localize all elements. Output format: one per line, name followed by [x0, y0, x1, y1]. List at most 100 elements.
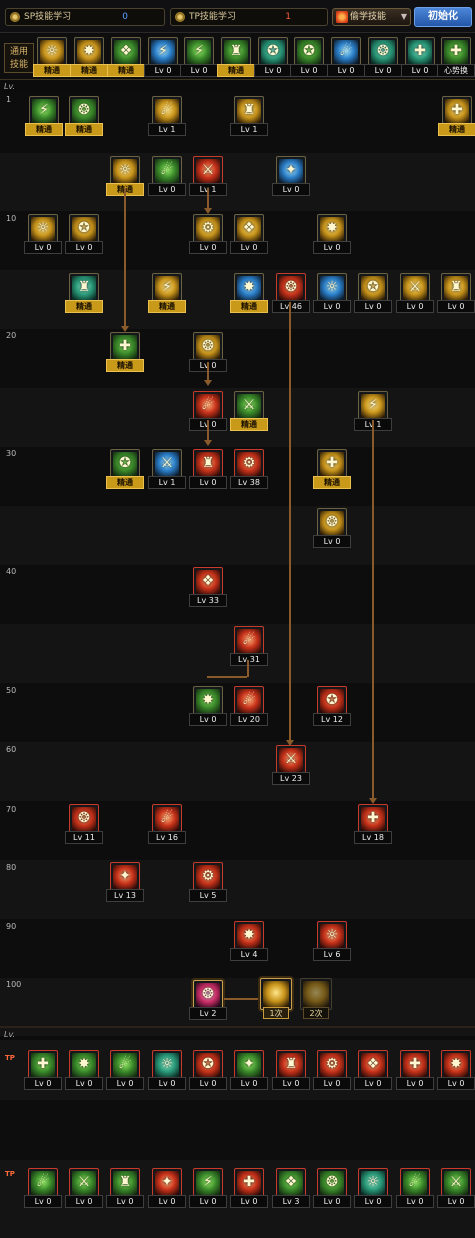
skill-glyph-icon: ✚: [409, 1056, 421, 1072]
tree-skill-34[interactable]: ❖: [193, 567, 223, 597]
tree-skill-11[interactable]: ✪: [69, 214, 99, 244]
tp-skill-row2-10[interactable]: ☄: [400, 1168, 430, 1198]
tree-skill-32[interactable]: ✚: [317, 449, 347, 479]
skill-glyph-icon: ☄: [408, 1174, 422, 1190]
tree-skill-39[interactable]: ⚔: [276, 745, 306, 775]
tree-skill-40[interactable]: ❂: [69, 804, 99, 834]
skill-glyph-icon: ✸: [83, 43, 95, 59]
tree-skill-21[interactable]: ⚔: [400, 273, 430, 303]
tree-skill-42[interactable]: ✚: [358, 804, 388, 834]
tree-skill-24[interactable]: ❂: [193, 332, 223, 362]
tree-skill-1[interactable]: ⚡: [29, 96, 59, 126]
skill-level-label: Lv 20: [230, 713, 268, 726]
tp-skill-row1-8[interactable]: ⚙: [317, 1050, 347, 1080]
tp-skill-row1-10[interactable]: ✚: [400, 1050, 430, 1080]
general-skill-8[interactable]: ✪: [294, 37, 324, 67]
sp-coin-icon: [10, 12, 20, 22]
tree-skill-15[interactable]: ♜: [69, 273, 99, 303]
tree-skill-31[interactable]: ⚙: [234, 449, 264, 479]
tree-skill-16[interactable]: ⚡: [152, 273, 182, 303]
tp-skill-row1-4[interactable]: ☼: [152, 1050, 182, 1080]
tree-skill-18[interactable]: ❂: [276, 273, 306, 303]
tree-skill-37[interactable]: ☄: [234, 686, 264, 716]
general-skill-9[interactable]: ☄: [331, 37, 361, 67]
general-skill-12[interactable]: ✚: [441, 37, 471, 67]
tree-skill-30[interactable]: ♜: [193, 449, 223, 479]
skill-glyph-icon: ⚔: [77, 1174, 91, 1190]
tree-skill-28[interactable]: ✪: [110, 449, 140, 479]
tree-skill-19[interactable]: ☼: [317, 273, 347, 303]
sp-skill-learn-tab[interactable]: SP技能学习 0: [5, 8, 165, 26]
tree-skill-5[interactable]: ✚: [442, 96, 472, 126]
steal-skill-dropdown[interactable]: 偷学技能 ▼: [332, 8, 411, 26]
tree-skill-36[interactable]: ✸: [193, 686, 223, 716]
tp-skill-row2-3[interactable]: ♜: [110, 1168, 140, 1198]
general-skill-5[interactable]: ⚡: [184, 37, 214, 67]
tp-skill-row2-7[interactable]: ❖: [276, 1168, 306, 1198]
awakening-skill[interactable]: ❂: [193, 980, 223, 1010]
skill-level-label: Lv 0: [313, 300, 351, 313]
general-skill-4[interactable]: ⚡: [148, 37, 178, 67]
tp-skill-row2-1[interactable]: ☄: [28, 1168, 58, 1198]
tp-skill-row1-5[interactable]: ✪: [193, 1050, 223, 1080]
tree-skill-20[interactable]: ✪: [358, 273, 388, 303]
skill-glyph-icon: ☼: [325, 279, 339, 295]
general-skill-10[interactable]: ❂: [368, 37, 398, 67]
general-skill-3[interactable]: ❖: [111, 37, 141, 67]
tree-skill-35[interactable]: ☄: [234, 626, 264, 656]
level-band: [0, 565, 475, 624]
tp-skill-row1-1[interactable]: ✚: [28, 1050, 58, 1080]
tp-skill-row1-3[interactable]: ☄: [110, 1050, 140, 1080]
tree-skill-38[interactable]: ✪: [317, 686, 347, 716]
tree-skill-44[interactable]: ⚙: [193, 862, 223, 892]
level-band: [0, 329, 475, 388]
tree-skill-45[interactable]: ✸: [234, 921, 264, 951]
tree-skill-17[interactable]: ✸: [234, 273, 264, 303]
tree-skill-3[interactable]: ☄: [152, 96, 182, 126]
general-skill-2[interactable]: ✸: [74, 37, 104, 67]
tree-skill-8[interactable]: ⚔: [193, 156, 223, 186]
tree-skill-22[interactable]: ♜: [441, 273, 471, 303]
tree-skill-13[interactable]: ❖: [234, 214, 264, 244]
tree-skill-6[interactable]: ☼: [110, 156, 140, 186]
tp-skill-row1-11[interactable]: ✸: [441, 1050, 471, 1080]
tp-skill-row2-9[interactable]: ☼: [358, 1168, 388, 1198]
tree-skill-41[interactable]: ☄: [152, 804, 182, 834]
skill-glyph-icon: ✪: [202, 1056, 214, 1072]
tree-skill-26[interactable]: ⚔: [234, 391, 264, 421]
tree-skill-7[interactable]: ☄: [152, 156, 182, 186]
tree-skill-29[interactable]: ⚔: [152, 449, 182, 479]
tp-skill-row2-2[interactable]: ⚔: [69, 1168, 99, 1198]
general-skill-6[interactable]: ♜: [221, 37, 251, 67]
general-skill-1[interactable]: ☼: [37, 37, 67, 67]
tp-skill-row2-8[interactable]: ❂: [317, 1168, 347, 1198]
awakening-2-icon[interactable]: [300, 978, 332, 1010]
tp-skill-learn-tab[interactable]: TP技能学习 1: [170, 8, 328, 26]
tp-skill-row1-6[interactable]: ✦: [234, 1050, 264, 1080]
tp-skill-row2-5[interactable]: ⚡: [193, 1168, 223, 1198]
tp-skill-row2-4[interactable]: ✦: [152, 1168, 182, 1198]
tree-skill-33[interactable]: ❂: [317, 508, 347, 538]
general-skill-11[interactable]: ✚: [405, 37, 435, 67]
tp-skill-row2-6[interactable]: ✚: [234, 1168, 264, 1198]
tree-skill-14[interactable]: ✸: [317, 214, 347, 244]
general-skill-7[interactable]: ✪: [258, 37, 288, 67]
tp-skill-row1-2[interactable]: ✸: [69, 1050, 99, 1080]
awakening-1-icon[interactable]: [260, 978, 292, 1010]
skill-glyph-icon: ☼: [45, 43, 59, 59]
tree-skill-27[interactable]: ⚡: [358, 391, 388, 421]
tree-skill-25[interactable]: ☄: [193, 391, 223, 421]
tree-skill-23[interactable]: ✚: [110, 332, 140, 362]
tree-skill-10[interactable]: ☼: [28, 214, 58, 244]
tree-skill-43[interactable]: ✦: [110, 862, 140, 892]
tree-skill-46[interactable]: ☼: [317, 921, 347, 951]
tree-skill-2[interactable]: ❂: [69, 96, 99, 126]
skill-level-label: Lv 0: [327, 64, 365, 77]
tp-skill-row1-9[interactable]: ❖: [358, 1050, 388, 1080]
tree-skill-9[interactable]: ✦: [276, 156, 306, 186]
tp-skill-row1-7[interactable]: ♜: [276, 1050, 306, 1080]
initialize-button[interactable]: 初始化: [414, 7, 472, 27]
tp-skill-row2-11[interactable]: ⚔: [441, 1168, 471, 1198]
tree-skill-4[interactable]: ♜: [234, 96, 264, 126]
tree-skill-12[interactable]: ⚙: [193, 214, 223, 244]
